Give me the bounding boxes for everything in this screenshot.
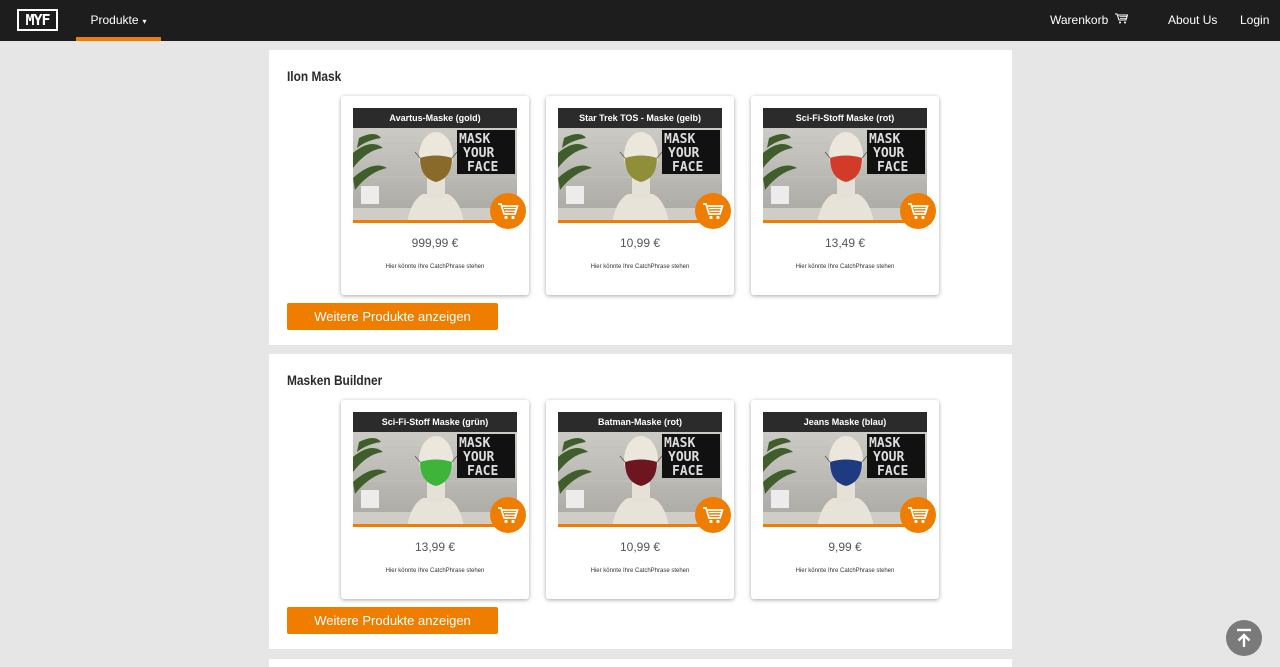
nav-produkte-label: Produkte [90, 13, 139, 27]
svg-text:YOUR: YOUR [873, 450, 904, 465]
nav-warenkorb-label: Warenkorb [1050, 13, 1109, 27]
svg-text:YOUR: YOUR [463, 450, 494, 465]
nav-produkte-dropdown[interactable]: Produkte ▾ [76, 0, 161, 41]
product-name: Sci-Fi-Stoff Maske (rot) [763, 108, 927, 128]
svg-text:FACE: FACE [672, 464, 703, 479]
cart-icon [1114, 0, 1128, 41]
svg-text:MASK: MASK [459, 132, 490, 147]
product-price: 9,99 € [828, 540, 862, 554]
svg-text:FACE: FACE [467, 160, 498, 175]
product-card[interactable]: MASK YOUR FACE Batman-Maske (rot) 10,99 … [546, 400, 734, 599]
product-card[interactable]: MASK YOUR FACE Star Trek TOS - Maske (ge… [546, 96, 734, 295]
product-price: 999,99 € [411, 236, 459, 250]
product-catchphrase: Hier könnte Ihre CatchPhrase stehen [590, 264, 690, 270]
svg-text:FACE: FACE [877, 160, 908, 175]
shopping-cart-icon [703, 203, 724, 220]
product-catchphrase: Hier könnte Ihre CatchPhrase stehen [385, 568, 485, 574]
product-price: 13,49 € [824, 236, 866, 250]
scroll-to-top-button[interactable] [1226, 620, 1262, 656]
add-to-cart-button[interactable] [900, 193, 936, 229]
svg-text:YOUR: YOUR [668, 146, 699, 161]
logo[interactable]: MYF [17, 9, 58, 31]
product-price: 10,99 € [619, 540, 661, 554]
section-partial [269, 659, 1012, 667]
add-to-cart-button[interactable] [695, 193, 731, 229]
product-section: Ilon Mask MASK YOUR FACE Avartus-Maske (… [269, 50, 1012, 345]
nav-login[interactable]: Login [1240, 0, 1269, 41]
section-title: Masken Buildner [287, 372, 383, 388]
product-name: Sci-Fi-Stoff Maske (grün) [353, 412, 517, 432]
more-products-button[interactable]: Weitere Produkte anzeigen [287, 303, 498, 330]
svg-text:FACE: FACE [877, 464, 908, 479]
product-price: 13,99 € [414, 540, 456, 554]
product-price: 10,99 € [619, 236, 661, 250]
add-to-cart-button[interactable] [490, 497, 526, 533]
shopping-cart-icon [498, 507, 519, 524]
svg-text:MASK: MASK [869, 436, 900, 451]
nav-about-us[interactable]: About Us [1168, 0, 1217, 41]
product-catchphrase: Hier könnte Ihre CatchPhrase stehen [590, 568, 690, 574]
shopping-cart-icon [908, 507, 929, 524]
svg-text:YOUR: YOUR [668, 450, 699, 465]
svg-text:MASK: MASK [459, 436, 490, 451]
navbar: MYF Produkte ▾ Warenkorb About Us Login [0, 0, 1280, 41]
product-card[interactable]: MASK YOUR FACE Avartus-Maske (gold) 999,… [341, 96, 529, 295]
shopping-cart-icon [703, 507, 724, 524]
svg-text:MASK: MASK [664, 132, 695, 147]
product-card[interactable]: MASK YOUR FACE Sci-Fi-Stoff Maske (grün)… [341, 400, 529, 599]
add-to-cart-button[interactable] [695, 497, 731, 533]
svg-text:MASK: MASK [869, 132, 900, 147]
nav-warenkorb[interactable]: Warenkorb [1050, 0, 1128, 41]
product-card[interactable]: MASK YOUR FACE Sci-Fi-Stoff Maske (rot) … [751, 96, 939, 295]
product-name: Star Trek TOS - Maske (gelb) [558, 108, 722, 128]
add-to-cart-button[interactable] [490, 193, 526, 229]
product-catchphrase: Hier könnte Ihre CatchPhrase stehen [795, 568, 895, 574]
product-catchphrase: Hier könnte Ihre CatchPhrase stehen [795, 264, 895, 270]
product-name: Batman-Maske (rot) [558, 412, 722, 432]
product-name: Avartus-Maske (gold) [353, 108, 517, 128]
shopping-cart-icon [908, 203, 929, 220]
add-to-cart-button[interactable] [900, 497, 936, 533]
product-section: Masken Buildner MASK YOUR FACE Sci-Fi-St… [269, 354, 1012, 649]
chevron-down-icon: ▾ [142, 17, 147, 26]
product-name: Jeans Maske (blau) [763, 412, 927, 432]
svg-text:MASK: MASK [664, 436, 695, 451]
arrow-up-icon [1237, 628, 1251, 647]
svg-text:FACE: FACE [467, 464, 498, 479]
shopping-cart-icon [498, 203, 519, 220]
more-products-button[interactable]: Weitere Produkte anzeigen [287, 607, 498, 634]
product-catchphrase: Hier könnte Ihre CatchPhrase stehen [385, 264, 485, 270]
product-card[interactable]: MASK YOUR FACE Jeans Maske (blau) 9,99 €… [751, 400, 939, 599]
svg-text:FACE: FACE [672, 160, 703, 175]
svg-text:YOUR: YOUR [873, 146, 904, 161]
svg-text:YOUR: YOUR [463, 146, 494, 161]
section-title: Ilon Mask [287, 68, 342, 84]
